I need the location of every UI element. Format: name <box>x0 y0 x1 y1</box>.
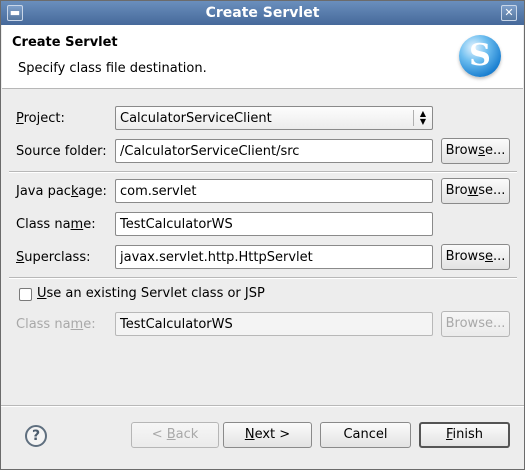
existing-class-name-label: Class name: <box>16 317 96 332</box>
class-name-input[interactable]: TestCalculatorWS <box>115 212 433 236</box>
superclass-label: Superclass: <box>16 250 91 265</box>
project-dropdown[interactable]: CalculatorServiceClient ▲ ▼ <box>115 106 433 130</box>
project-label: Project: <box>16 111 65 126</box>
source-folder-label: Source folder: <box>16 144 107 159</box>
cancel-button[interactable]: Cancel <box>320 422 411 448</box>
java-package-label: Java package: <box>16 184 107 199</box>
class-name-label: Class name: <box>16 217 96 232</box>
create-servlet-dialog: ▬ Create Servlet ✕ Create Servlet Specif… <box>0 0 525 470</box>
back-button[interactable]: < Back <box>131 422 219 448</box>
existing-servlet-label[interactable]: Use an existing Servlet class or JSP <box>37 286 265 301</box>
window-title: Create Servlet <box>205 5 320 21</box>
superclass-browse-button[interactable]: Browse... <box>441 244 510 270</box>
title-bar[interactable]: ▬ Create Servlet ✕ <box>1 1 524 25</box>
java-package-input[interactable]: com.servlet <box>115 179 433 203</box>
servlet-logo-icon: S <box>459 35 501 77</box>
wizard-header: Create Servlet Specify class file destin… <box>2 25 523 89</box>
separator <box>9 171 517 173</box>
close-icon[interactable]: ✕ <box>501 5 517 21</box>
superclass-input[interactable]: javax.servlet.http.HttpServlet <box>115 245 433 269</box>
project-value: CalculatorServiceClient <box>120 111 272 126</box>
footer-separator <box>1 405 524 407</box>
source-folder-input[interactable]: /CalculatorServiceClient/src <box>115 139 433 163</box>
source-folder-browse-button[interactable]: Browse... <box>441 138 510 164</box>
existing-class-name-input[interactable]: TestCalculatorWS <box>115 312 433 336</box>
next-button[interactable]: Next > <box>223 422 312 448</box>
existing-servlet-checkbox[interactable] <box>19 288 32 301</box>
dropdown-arrows-icon: ▲ ▼ <box>419 109 426 126</box>
help-icon[interactable]: ? <box>25 425 47 447</box>
wizard-title: Create Servlet <box>12 35 118 50</box>
wizard-description: Specify class file destination. <box>18 61 207 76</box>
finish-button[interactable]: Finish <box>419 422 510 448</box>
existing-class-browse-button[interactable]: Browse... <box>441 311 510 337</box>
java-package-browse-button[interactable]: Browse... <box>441 178 510 204</box>
separator <box>9 277 517 279</box>
